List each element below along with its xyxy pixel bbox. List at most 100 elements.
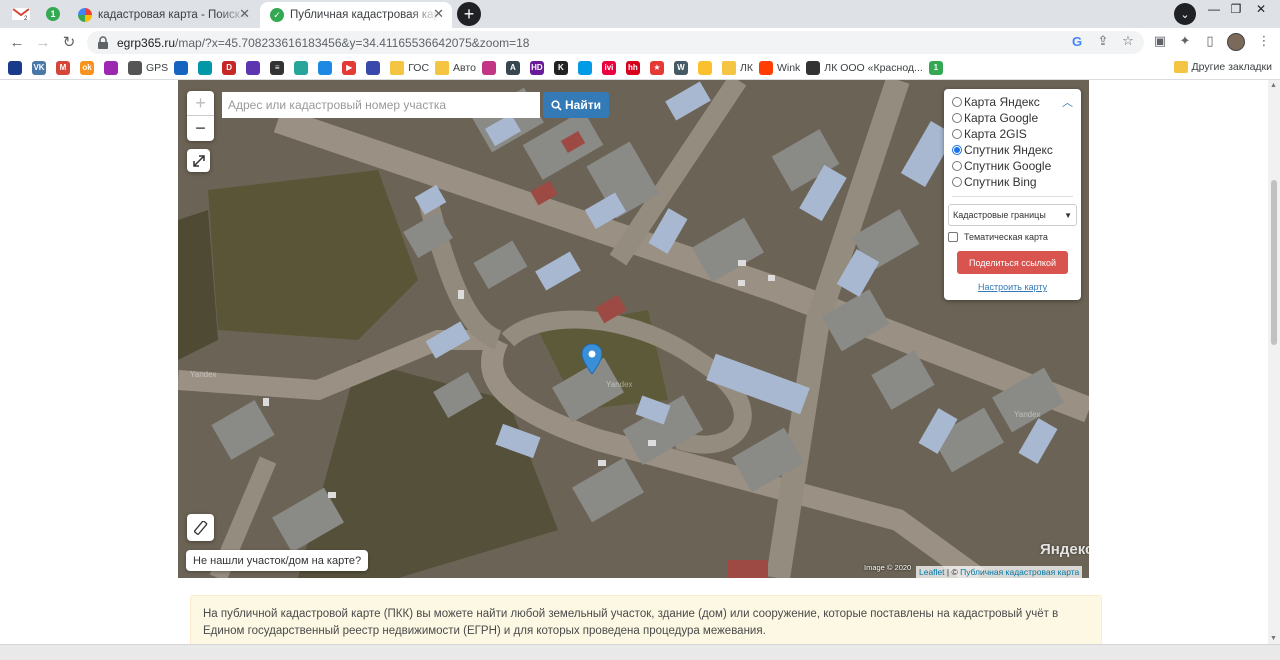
pkk-link[interactable]: Публичная кадастровая карта bbox=[960, 567, 1079, 577]
layer-option[interactable]: Спутник Яндекс bbox=[952, 142, 1081, 158]
overlay-select[interactable]: Кадастровые границы ▼ bbox=[948, 204, 1077, 226]
bookmark-item[interactable]: M bbox=[56, 60, 74, 75]
tab-search-button[interactable]: ⌄ bbox=[1174, 3, 1196, 25]
bookmark-item[interactable]: GPS bbox=[128, 60, 168, 75]
tab-cadastral-map[interactable]: ✓ Публичная кадастровая карта - ✕ bbox=[260, 2, 452, 28]
close-icon[interactable]: ✕ bbox=[239, 6, 250, 22]
bookmark-item[interactable] bbox=[294, 60, 312, 75]
share-icon[interactable]: ⇪ bbox=[1094, 32, 1112, 50]
bookmark-item[interactable]: D bbox=[222, 60, 240, 75]
star-bookmark-icon[interactable]: ☆ bbox=[1119, 32, 1137, 50]
url-host: egrp365.ru bbox=[117, 35, 176, 50]
radio-button[interactable] bbox=[952, 177, 962, 187]
kinopoisk-icon: K bbox=[553, 60, 568, 75]
mail-icon bbox=[174, 60, 189, 75]
sidepanel-icon[interactable]: ▯ bbox=[1201, 32, 1219, 50]
close-icon[interactable]: ✕ bbox=[433, 6, 444, 22]
chevron-up-icon[interactable]: ︿ bbox=[1062, 94, 1073, 110]
bookmark-item[interactable]: ivi bbox=[601, 60, 620, 75]
bookmark-item[interactable]: Wink bbox=[758, 60, 800, 75]
leaflet-link[interactable]: Leaflet bbox=[919, 567, 945, 577]
bookmark-item[interactable] bbox=[8, 60, 26, 75]
forward-button[interactable]: → bbox=[33, 32, 53, 52]
pen-icon bbox=[198, 60, 213, 75]
bookmark-item[interactable] bbox=[481, 60, 500, 75]
radio-button[interactable] bbox=[952, 161, 962, 171]
bookmark-item[interactable] bbox=[198, 60, 216, 75]
page-scrollbar[interactable]: ▲ ▼ bbox=[1268, 80, 1280, 644]
bookmark-item[interactable]: VK bbox=[32, 60, 50, 75]
menu-icon[interactable]: ⋮ bbox=[1255, 32, 1273, 50]
maximize-button[interactable]: ❐ bbox=[1227, 2, 1245, 16]
radio-button[interactable] bbox=[952, 145, 962, 155]
zoom-out-button[interactable]: − bbox=[187, 116, 214, 141]
bookmark-item[interactable] bbox=[577, 60, 596, 75]
close-window-button[interactable]: ✕ bbox=[1252, 2, 1270, 16]
tab-strip: 2 1 кадастровая карта - Поиск в Go ✕ ✓ П… bbox=[0, 0, 1280, 28]
bookmark-item[interactable]: ≡ bbox=[270, 60, 288, 75]
measure-button[interactable] bbox=[187, 514, 214, 541]
bookmark-item[interactable] bbox=[366, 60, 384, 75]
bookmark-item[interactable] bbox=[697, 60, 716, 75]
bookmark-item[interactable] bbox=[318, 60, 336, 75]
back-button[interactable]: ← bbox=[7, 32, 27, 52]
puzzle-icon[interactable]: ✦ bbox=[1176, 32, 1194, 50]
extension-icon[interactable]: ▣ bbox=[1151, 32, 1169, 50]
bookmark-item[interactable]: K bbox=[553, 60, 572, 75]
address-search-input[interactable] bbox=[222, 92, 540, 118]
bookmark-item[interactable]: ЛК ООО «Краснод... bbox=[806, 60, 923, 75]
not-found-button[interactable]: Не нашли участок/дом на карте? bbox=[186, 550, 369, 571]
bookmark-item[interactable] bbox=[246, 60, 264, 75]
radio-button[interactable] bbox=[952, 129, 962, 139]
bookmark-item[interactable]: ★ bbox=[649, 60, 668, 75]
bookmark-item[interactable]: ok bbox=[80, 60, 98, 75]
bookmark-label: ГОС bbox=[408, 61, 430, 74]
bookmark-item[interactable] bbox=[104, 60, 122, 75]
gmail-icon: M bbox=[56, 60, 70, 75]
layer-option[interactable]: Спутник Bing bbox=[952, 174, 1081, 190]
scroll-down-icon[interactable]: ▼ bbox=[1270, 635, 1277, 642]
minimize-button[interactable]: — bbox=[1205, 2, 1223, 16]
tab-title: Публичная кадастровая карта - bbox=[290, 9, 440, 21]
scrollbar-thumb[interactable] bbox=[1271, 180, 1277, 345]
bookmark-item[interactable]: A bbox=[505, 60, 524, 75]
profile-avatar[interactable] bbox=[1227, 33, 1245, 51]
info-alert: На публичной кадастровой карте (ПКК) вы … bbox=[190, 595, 1102, 644]
configure-map-link[interactable]: Настроить карту bbox=[978, 282, 1081, 292]
tab-google-search[interactable]: кадастровая карта - Поиск в Go ✕ bbox=[68, 2, 258, 28]
other-bookmarks-folder[interactable]: Другие закладки bbox=[1173, 61, 1272, 73]
zoom-in-button[interactable]: + bbox=[187, 91, 214, 116]
scroll-up-icon[interactable]: ▲ bbox=[1270, 82, 1277, 89]
map-container[interactable]: Yandex Yandex Yandex + − Найти ︿ Карта Я… bbox=[178, 80, 1089, 578]
bookmark-item[interactable]: ЛК bbox=[721, 60, 753, 75]
radio-button[interactable] bbox=[952, 113, 962, 123]
bookmark-item[interactable]: hh bbox=[625, 60, 644, 75]
bookmark-item[interactable] bbox=[174, 60, 192, 75]
docs-icon bbox=[246, 60, 261, 75]
reload-button[interactable]: ↻ bbox=[59, 32, 79, 52]
share-link-button[interactable]: Поделиться ссылкой bbox=[957, 251, 1068, 274]
layer-option[interactable]: Карта 2GIS bbox=[952, 126, 1081, 142]
bookmark-item[interactable]: ГОС bbox=[390, 60, 430, 75]
url-path: /map/?x=45.708233616183456&y=34.41165536… bbox=[175, 35, 530, 50]
menu-icon: ≡ bbox=[270, 60, 285, 75]
pinned-tab-badge[interactable]: 1 bbox=[38, 3, 68, 25]
bookmark-item[interactable]: 1 bbox=[928, 60, 947, 75]
fullscreen-button[interactable] bbox=[187, 149, 210, 172]
checkbox-box[interactable] bbox=[948, 232, 958, 242]
bookmark-item[interactable]: ▶ bbox=[342, 60, 360, 75]
layer-option[interactable]: Спутник Google bbox=[952, 158, 1081, 174]
pinned-tab-gmail[interactable]: 2 bbox=[6, 3, 36, 25]
location-marker-icon[interactable] bbox=[582, 344, 602, 374]
chart-icon bbox=[318, 60, 333, 75]
layer-option[interactable]: Карта Google bbox=[952, 110, 1081, 126]
radio-button[interactable] bbox=[952, 97, 962, 107]
bookmark-item[interactable]: W bbox=[673, 60, 692, 75]
bookmark-item[interactable]: HD bbox=[529, 60, 548, 75]
new-tab-button[interactable]: + bbox=[457, 2, 481, 26]
address-bar[interactable]: egrp365.ru/map/?x=45.708233616183456&y=3… bbox=[87, 31, 1144, 54]
bookmark-item[interactable]: Авто bbox=[435, 60, 476, 75]
google-lens-icon[interactable]: G bbox=[1068, 32, 1086, 50]
thematic-map-checkbox[interactable]: Тематическая карта bbox=[948, 232, 1081, 242]
search-button[interactable]: Найти bbox=[543, 92, 609, 118]
